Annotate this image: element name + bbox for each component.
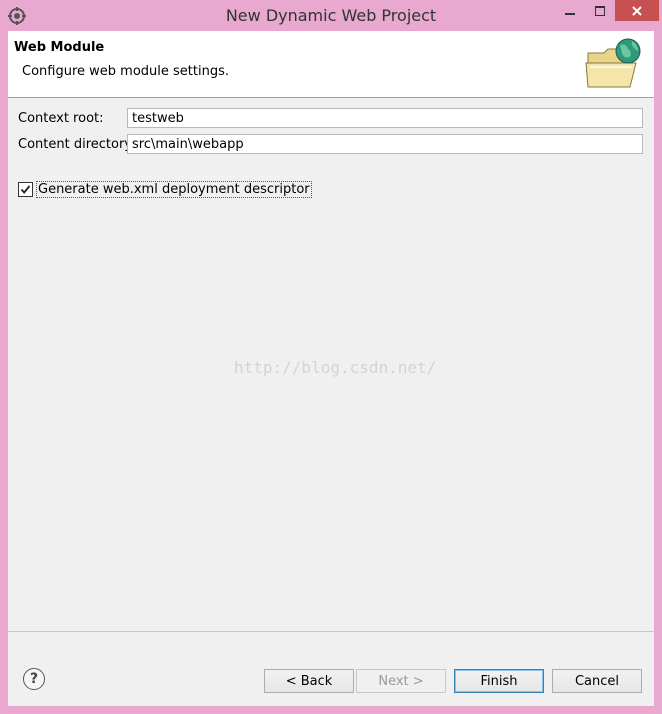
context-root-input[interactable]	[127, 108, 643, 128]
next-button[interactable]: Next >	[356, 669, 446, 693]
wizard-footer: ? < Back Next > Finish Cancel	[8, 631, 654, 707]
content-directory-label: Content directory:	[18, 137, 136, 152]
generate-webxml-checkbox[interactable]	[18, 181, 33, 197]
content-directory-input[interactable]	[127, 134, 643, 154]
context-root-row: Context root:	[8, 108, 654, 130]
close-icon	[632, 5, 642, 16]
watermark-text: http://blog.csdn.net/	[234, 358, 437, 377]
maximize-icon	[595, 6, 605, 16]
checkmark-icon	[20, 184, 31, 194]
back-button[interactable]: < Back	[264, 669, 354, 693]
content-directory-row: Content directory:	[8, 134, 654, 156]
generate-webxml-label[interactable]: Generate web.xml deployment descriptor	[36, 180, 312, 198]
dialog-content: Web Module Configure web module settings…	[8, 31, 654, 706]
cancel-button[interactable]: Cancel	[552, 669, 642, 693]
title-bar[interactable]: New Dynamic Web Project	[0, 0, 662, 32]
minimize-icon	[565, 13, 575, 15]
close-button[interactable]	[615, 0, 659, 21]
minimize-button[interactable]	[556, 0, 584, 22]
generate-webxml-option[interactable]: Generate web.xml deployment descriptor	[18, 180, 312, 198]
page-description: Configure web module settings.	[22, 64, 229, 79]
page-title: Web Module	[14, 40, 105, 55]
dialog-window: New Dynamic Web Project Web Module Confi…	[0, 0, 662, 714]
web-folder-globe-icon	[585, 38, 641, 88]
help-icon: ?	[29, 671, 39, 687]
finish-button[interactable]: Finish	[454, 669, 544, 693]
wizard-header: Web Module Configure web module settings…	[8, 31, 654, 98]
maximize-button[interactable]	[586, 0, 614, 22]
help-button[interactable]: ?	[23, 668, 45, 690]
context-root-label: Context root:	[18, 111, 104, 126]
